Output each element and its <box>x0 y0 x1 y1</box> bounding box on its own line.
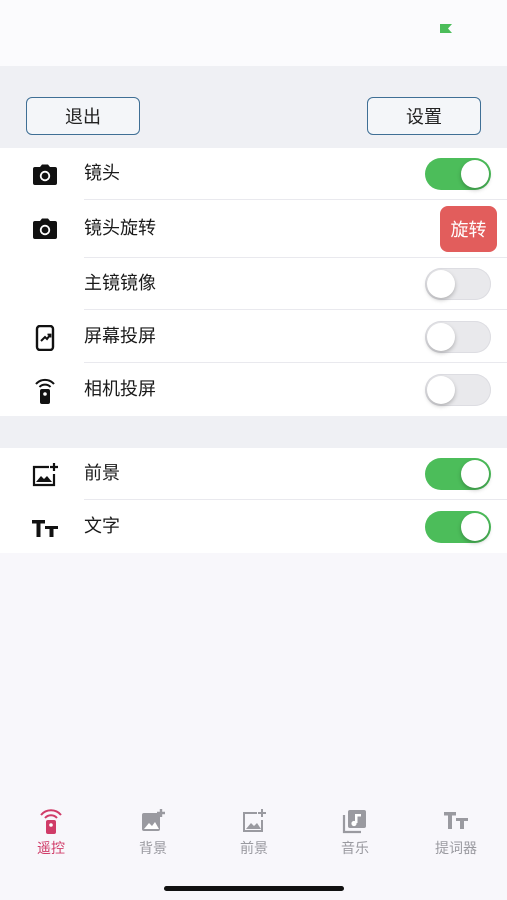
divider <box>84 362 507 363</box>
lens-label: 镜头 <box>84 163 120 184</box>
overlay-settings-group: 前景 文字 <box>0 448 507 553</box>
rotate-button[interactable]: 旋转 <box>440 206 497 252</box>
lens-rotate-label: 镜头旋转 <box>84 218 156 239</box>
foreground-image-icon <box>243 809 266 832</box>
camera-settings-group: 镜头 镜头旋转 旋转 主镜镜像 屏幕投屏 相机投屏 <box>0 148 507 416</box>
mirror-row: 主镜镜像 <box>0 258 507 310</box>
camera-cast-toggle[interactable] <box>425 374 491 406</box>
camera-cast-label: 相机投屏 <box>84 379 156 400</box>
text-label: 文字 <box>84 516 120 537</box>
camera-icon <box>30 216 60 242</box>
toggle-knob <box>427 270 455 298</box>
section-gap <box>0 416 507 448</box>
toggle-knob <box>427 323 455 351</box>
background-image-icon <box>142 809 165 831</box>
lens-toggle[interactable] <box>425 158 491 190</box>
tab-label: 前景 <box>240 841 268 857</box>
home-indicator <box>164 886 344 891</box>
tab-label: 音乐 <box>341 841 369 857</box>
foreground-label: 前景 <box>84 463 120 484</box>
lens-row: 镜头 <box>0 148 507 200</box>
status-bar <box>0 0 507 66</box>
divider <box>84 499 507 500</box>
screen-cast-row: 屏幕投屏 <box>0 311 507 363</box>
text-row: 文字 <box>0 501 507 553</box>
camera-icon <box>30 162 60 188</box>
tab-music[interactable]: 音乐 <box>325 808 385 858</box>
mirror-toggle[interactable] <box>425 268 491 300</box>
screen-cast-toggle[interactable] <box>425 321 491 353</box>
tab-foreground[interactable]: 前景 <box>224 808 284 858</box>
tab-bar: 遥控 背景 前景 音乐 提词器 <box>0 800 507 870</box>
settings-button[interactable]: 设置 <box>367 97 481 135</box>
screen-cast-icon <box>30 325 60 351</box>
tab-label: 遥控 <box>37 841 65 857</box>
screen-cast-label: 屏幕投屏 <box>84 326 156 347</box>
tab-label: 背景 <box>139 841 167 857</box>
music-icon <box>342 810 366 834</box>
add-image-icon <box>30 462 60 488</box>
foreground-row: 前景 <box>0 448 507 500</box>
mirror-label: 主镜镜像 <box>84 273 156 294</box>
toggle-knob <box>461 513 489 541</box>
tab-label: 提词器 <box>435 841 477 857</box>
tab-remote[interactable]: 遥控 <box>21 808 81 858</box>
toggle-knob <box>427 376 455 404</box>
foreground-toggle[interactable] <box>425 458 491 490</box>
text-toggle[interactable] <box>425 511 491 543</box>
battery-icon <box>440 24 452 33</box>
remote-icon <box>40 809 62 834</box>
tab-background[interactable]: 背景 <box>123 808 183 858</box>
exit-button[interactable]: 退出 <box>26 97 140 135</box>
divider <box>84 309 507 310</box>
teleprompter-icon <box>444 812 468 829</box>
toggle-knob <box>461 160 489 188</box>
toggle-knob <box>461 460 489 488</box>
camera-cast-row: 相机投屏 <box>0 364 507 416</box>
lens-rotate-row: 镜头旋转 旋转 <box>0 200 507 258</box>
text-size-icon <box>30 515 60 541</box>
tab-teleprompter[interactable]: 提词器 <box>426 808 486 858</box>
remote-cast-icon <box>30 378 60 404</box>
